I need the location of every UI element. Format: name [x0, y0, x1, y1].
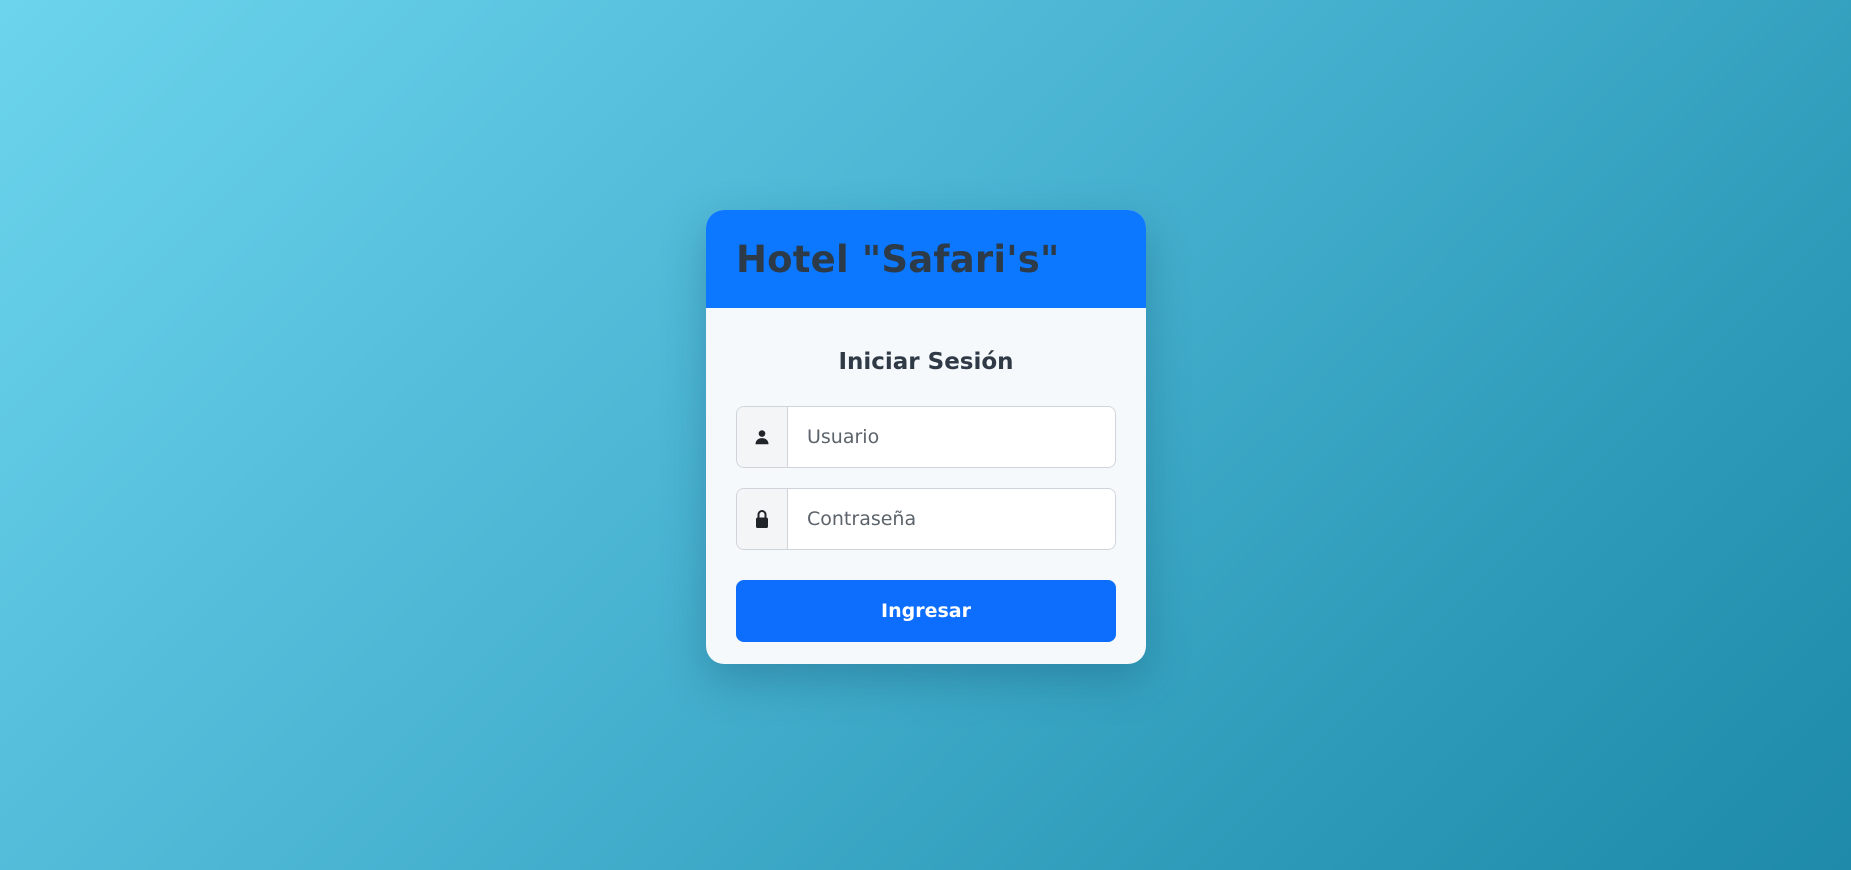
card-header: Hotel "Safari's" [706, 210, 1146, 308]
username-group [736, 406, 1116, 468]
password-group [736, 488, 1116, 550]
login-form: Iniciar Sesión Ingresar [706, 308, 1146, 642]
hotel-title: Hotel "Safari's" [736, 237, 1060, 281]
login-submit-button[interactable]: Ingresar [736, 580, 1116, 642]
username-input[interactable] [788, 407, 1115, 467]
user-icon [737, 407, 788, 467]
login-card: Hotel "Safari's" Iniciar Sesión Ingresar [706, 210, 1146, 664]
lock-icon [737, 489, 788, 549]
login-heading: Iniciar Sesión [838, 349, 1014, 375]
password-input[interactable] [788, 489, 1115, 549]
